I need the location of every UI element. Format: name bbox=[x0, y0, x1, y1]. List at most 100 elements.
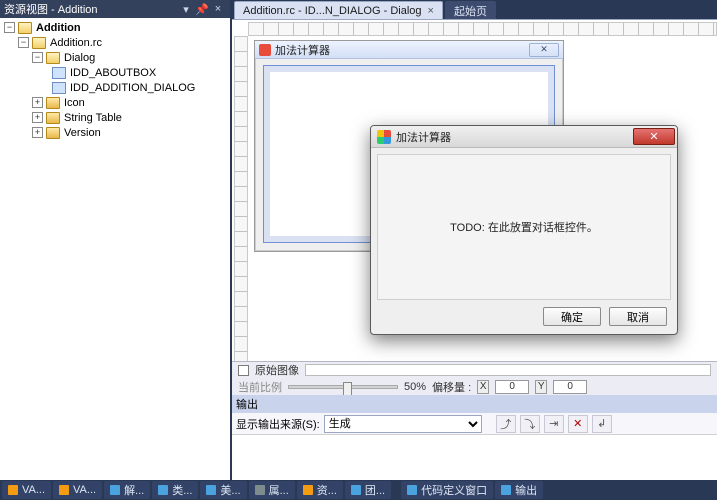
status-dot-icon bbox=[110, 485, 120, 495]
status-item[interactable]: 属... bbox=[249, 481, 295, 499]
expand-toggle[interactable]: + bbox=[32, 97, 43, 108]
offset-label: 偏移量 : bbox=[432, 379, 471, 395]
original-image-path-input[interactable] bbox=[305, 364, 711, 376]
folder-closed-icon bbox=[46, 127, 60, 139]
cancel-button[interactable]: 取消 bbox=[609, 307, 667, 326]
runtime-dialog-close-icon[interactable]: ✕ bbox=[633, 128, 675, 145]
output-source-label: 显示输出来源(S): bbox=[236, 416, 320, 432]
output-body[interactable] bbox=[232, 435, 717, 480]
tree-label: IDD_ABOUTBOX bbox=[70, 67, 156, 79]
expand-toggle[interactable]: − bbox=[4, 22, 15, 33]
expand-toggle[interactable]: + bbox=[32, 127, 43, 138]
status-label: 属... bbox=[269, 482, 289, 498]
cancel-button-label: 取消 bbox=[627, 309, 649, 325]
runtime-dialog-titlebar[interactable]: 加法计算器 ✕ bbox=[371, 126, 677, 148]
panel-dropdown-icon[interactable]: ▾ bbox=[178, 2, 194, 16]
status-label: 团... bbox=[365, 482, 385, 498]
editor-bottom-strip: 原始图像 当前比例 50% 偏移量 : X 0 Y 0 bbox=[232, 361, 717, 395]
status-dot-icon bbox=[8, 485, 18, 495]
output-tool-prev-icon[interactable]: ⤵ bbox=[520, 415, 540, 433]
output-tool-find-icon[interactable]: ⤴ bbox=[496, 415, 516, 433]
tab-close-icon[interactable]: × bbox=[428, 5, 434, 17]
output-source-select[interactable]: 生成 bbox=[324, 415, 482, 433]
tab-label: Addition.rc - ID...N_DIALOG - Dialog bbox=[243, 5, 422, 17]
output-tool-next-icon[interactable]: ⇥ bbox=[544, 415, 564, 433]
document-tabstrip: Addition.rc - ID...N_DIALOG - Dialog × 起… bbox=[232, 0, 717, 19]
status-item[interactable]: 美... bbox=[200, 481, 246, 499]
output-header: 输出 bbox=[232, 395, 717, 413]
tree-node-aboutbox[interactable]: IDD_ABOUTBOX bbox=[2, 65, 230, 80]
status-item-codedef[interactable]: 代码定义窗口 bbox=[401, 481, 493, 499]
design-dialog-titlebar[interactable]: 加法计算器 ✕ bbox=[255, 41, 563, 59]
offset-x-input[interactable]: 0 bbox=[495, 380, 529, 394]
ok-button[interactable]: 确定 bbox=[543, 307, 601, 326]
folder-closed-icon bbox=[46, 112, 60, 124]
output-toolbar: 显示输出来源(S): 生成 ⤴ ⤵ ⇥ ✕ ↲ bbox=[232, 413, 717, 435]
runtime-dialog-body: TODO: 在此放置对话框控件。 bbox=[377, 154, 671, 300]
status-item[interactable]: 团... bbox=[345, 481, 391, 499]
folder-closed-icon bbox=[46, 97, 60, 109]
status-label: 资... bbox=[317, 482, 337, 498]
resource-tree[interactable]: − Addition − Addition.rc − Dialog IDD_AB… bbox=[0, 18, 230, 480]
status-dot-icon bbox=[501, 485, 511, 495]
status-item-output[interactable]: 输出 bbox=[495, 481, 543, 499]
tree-node-solution[interactable]: − Addition bbox=[2, 20, 230, 35]
ok-button-label: 确定 bbox=[561, 309, 583, 325]
tree-node-dialog[interactable]: − Dialog bbox=[2, 50, 230, 65]
status-item[interactable]: VA... bbox=[2, 481, 51, 499]
zoom-percent: 50% bbox=[404, 381, 426, 393]
panel-close-icon[interactable]: × bbox=[210, 2, 226, 16]
tree-node-stringtable[interactable]: + String Table bbox=[2, 110, 230, 125]
status-label: 类... bbox=[172, 482, 192, 498]
zoom-slider[interactable] bbox=[288, 385, 398, 389]
status-dot-icon bbox=[59, 485, 69, 495]
status-item[interactable]: 资... bbox=[297, 481, 343, 499]
output-pane: 输出 显示输出来源(S): 生成 ⤴ ⤵ ⇥ ✕ ↲ bbox=[232, 395, 717, 480]
tab-start-page[interactable]: 起始页 bbox=[445, 1, 496, 19]
status-dot-icon bbox=[206, 485, 216, 495]
status-dot-icon bbox=[303, 485, 313, 495]
tree-node-addition-dialog[interactable]: IDD_ADDITION_DIALOG bbox=[2, 80, 230, 95]
app-icon bbox=[259, 44, 271, 56]
output-title: 输出 bbox=[236, 396, 713, 412]
runtime-dialog-buttons: 确定 取消 bbox=[543, 307, 667, 326]
status-label: 解... bbox=[124, 482, 144, 498]
ruler-vertical bbox=[234, 36, 248, 395]
original-image-label: 原始图像 bbox=[255, 362, 299, 378]
dialog-resource-icon bbox=[52, 82, 66, 94]
design-dialog-close-icon[interactable]: ✕ bbox=[529, 43, 559, 57]
runtime-dialog-title: 加法计算器 bbox=[396, 129, 633, 145]
ruler-horizontal bbox=[248, 22, 717, 36]
expand-toggle[interactable]: − bbox=[18, 37, 29, 48]
expand-toggle[interactable]: − bbox=[32, 52, 43, 63]
output-tool-wrap-icon[interactable]: ↲ bbox=[592, 415, 612, 433]
status-item[interactable]: 类... bbox=[152, 481, 198, 499]
original-image-checkbox[interactable] bbox=[238, 365, 249, 376]
tree-node-version[interactable]: + Version bbox=[2, 125, 230, 140]
tree-node-icon[interactable]: + Icon bbox=[2, 95, 230, 110]
folder-open-icon bbox=[32, 37, 46, 49]
offset-y-input[interactable]: 0 bbox=[553, 380, 587, 394]
expand-toggle[interactable]: + bbox=[32, 112, 43, 123]
status-dot-icon bbox=[255, 485, 265, 495]
status-item[interactable]: VA... bbox=[53, 481, 102, 499]
runtime-dialog-placeholder-text: TODO: 在此放置对话框控件。 bbox=[450, 219, 598, 235]
status-bar: VA... VA... 解... 类... 美... 属... 资... 团..… bbox=[0, 480, 717, 500]
status-label: VA... bbox=[22, 484, 45, 496]
tree-node-rc[interactable]: − Addition.rc bbox=[2, 35, 230, 50]
panel-pin-icon[interactable]: 📌 bbox=[194, 2, 210, 16]
resource-view-pane: 资源视图 - Addition ▾ 📌 × − Addition − Addit… bbox=[0, 0, 230, 480]
output-tool-clear-icon[interactable]: ✕ bbox=[568, 415, 588, 433]
design-dialog-title: 加法计算器 bbox=[275, 42, 330, 58]
tree-label: Version bbox=[64, 127, 101, 139]
tab-dialog-editor[interactable]: Addition.rc - ID...N_DIALOG - Dialog × bbox=[234, 1, 443, 19]
zoom-label: 当前比例 bbox=[238, 379, 282, 395]
status-label: 输出 bbox=[515, 482, 537, 498]
status-label: 代码定义窗口 bbox=[421, 482, 487, 498]
resource-view-header: 资源视图 - Addition ▾ 📌 × bbox=[0, 0, 230, 18]
status-item[interactable]: 解... bbox=[104, 481, 150, 499]
resource-view-title: 资源视图 - Addition bbox=[4, 1, 178, 17]
app-icon bbox=[377, 130, 391, 144]
status-label: 美... bbox=[220, 482, 240, 498]
y-axis-label: Y bbox=[535, 380, 547, 394]
